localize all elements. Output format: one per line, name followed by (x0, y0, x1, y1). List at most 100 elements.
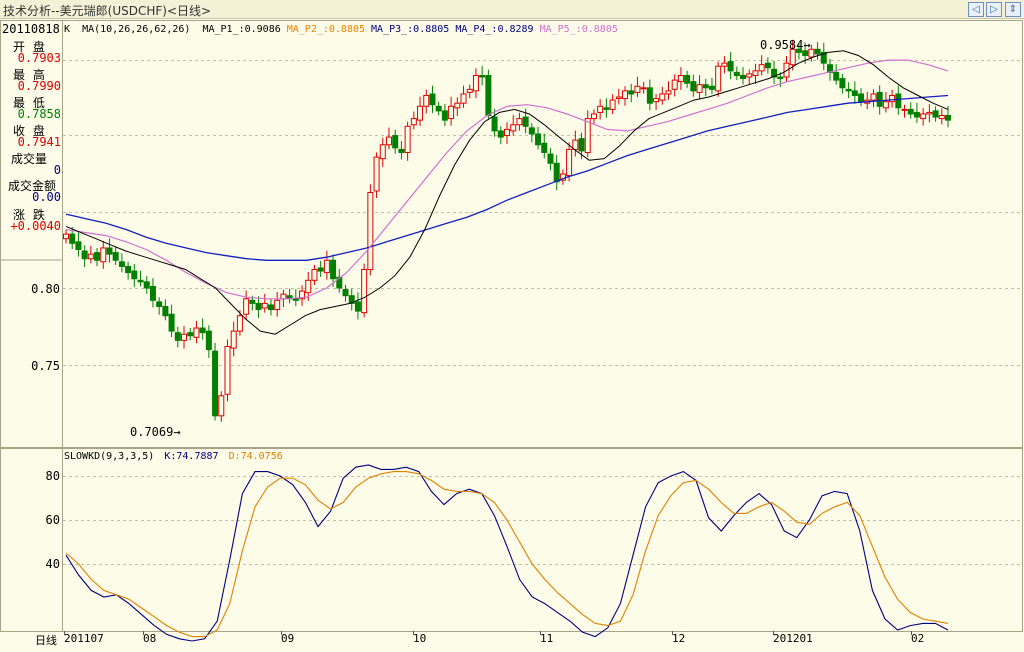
candle-up (373, 156, 380, 192)
candle-up (659, 93, 666, 101)
candle-up (230, 330, 237, 349)
candle-down (814, 48, 821, 55)
info-value: 0.7941 (17, 135, 61, 149)
candle-up (870, 93, 877, 101)
candle-down (833, 71, 840, 81)
info-label: 成交量 (11, 152, 48, 166)
candle-down (168, 313, 175, 332)
next-icon[interactable]: ▷ (986, 2, 1002, 17)
candle-down (174, 332, 181, 341)
candle-up (901, 108, 908, 111)
candle-down (876, 91, 883, 107)
chart-canvas[interactable]: 0.9584→ 0.7069→ (0, 20, 1024, 652)
candle-down (913, 111, 920, 118)
candle-down (684, 74, 691, 84)
price-panel-frame (0, 20, 1023, 448)
candle-down (851, 90, 858, 96)
candle-up (597, 105, 604, 113)
candle-down (199, 327, 206, 334)
candle-down (255, 302, 262, 311)
candle-down (491, 116, 498, 132)
candle-up (261, 302, 268, 309)
candle-up (218, 395, 225, 417)
kd-tick: 40 (45, 557, 60, 571)
candle-up (926, 111, 933, 115)
candle-down (330, 259, 337, 280)
period-tag: K (64, 24, 71, 35)
candle-down (342, 289, 349, 297)
ma-definition: MA(10,26,26,62,26) (82, 24, 191, 35)
candle-down (541, 142, 548, 153)
candle-up (280, 293, 287, 300)
candle-down (839, 78, 846, 89)
ma-legend-item: MA_P3_:0.8805 (371, 24, 450, 35)
candle-up (634, 85, 641, 93)
info-value: 0.7990 (17, 79, 61, 93)
indicator-legend: SLOWKD(9,3,3,5) K:74.7887 D:74.0756 (64, 451, 289, 462)
candle-down (212, 350, 219, 417)
candle-up (367, 192, 374, 271)
ma-p1-line (65, 50, 949, 335)
candle-down (932, 110, 939, 118)
candle-down (81, 250, 88, 260)
candle-down (528, 127, 535, 135)
prev-icon[interactable]: ◁ (968, 2, 984, 17)
candle-down (131, 270, 138, 280)
candle-down (497, 130, 504, 138)
candle-down (535, 133, 542, 146)
candle-down (187, 332, 194, 337)
candle-up (665, 90, 672, 95)
candle-up (311, 269, 318, 281)
candle-up (721, 62, 728, 67)
candle-down (547, 153, 554, 164)
candle-down (435, 105, 442, 112)
candle-up (454, 102, 461, 109)
info-panel: 20110818 开 盘 0.7903 最 高 0.7990 最 低 0.7858 收 盘0… (0, 20, 62, 632)
date-tick-label: 201201 (773, 632, 813, 645)
date-tick-label: 02 (911, 632, 925, 645)
candle-down (317, 267, 324, 272)
candle-down (69, 233, 76, 244)
info-value: 0.7903 (17, 51, 61, 65)
candle-down (94, 252, 101, 261)
candle-up (590, 113, 597, 120)
info-value: 0 (53, 163, 61, 177)
low-annotation: 0.7069→ (130, 425, 181, 439)
candle-down (205, 330, 212, 351)
candle-down (858, 93, 865, 103)
candle-down (112, 252, 119, 261)
price-tick: 0.80 (31, 282, 60, 296)
candle-up (460, 93, 467, 104)
candle-down (156, 301, 163, 307)
candle-down (479, 74, 486, 78)
ma-items: MA_P1_:0.9086 MA_P2_:0.8805 MA_P3_:0.8805 M… (202, 24, 623, 35)
candle-up (758, 64, 765, 72)
candle-up (423, 95, 430, 107)
kd-k-line (65, 464, 949, 642)
kd-d-value: D:74.0756 (228, 451, 283, 462)
date-tick-label: 10 (413, 632, 427, 645)
expand-icon[interactable]: ⇕ (1005, 2, 1021, 17)
candle-up (100, 247, 107, 263)
candle-up (920, 113, 927, 120)
candle-up (677, 74, 684, 83)
candle-down (118, 261, 125, 267)
candle-up (193, 327, 200, 338)
candle-down (845, 88, 852, 92)
candle-up (746, 73, 753, 78)
candle-down (646, 87, 653, 104)
candle-up (715, 65, 722, 92)
x-axis-label: 日线 (35, 634, 57, 647)
candle-down (162, 305, 169, 317)
candle-down (777, 76, 784, 80)
candle-up (572, 139, 579, 150)
candle-up (696, 84, 703, 93)
candle-up (584, 118, 591, 153)
candle-up (323, 259, 330, 274)
candle-down (75, 241, 82, 251)
info-value: 0.00 (32, 190, 61, 204)
candle-up (615, 96, 622, 100)
ma-legend-item: MA_P1_:0.9086 (202, 24, 281, 35)
price-tick: 0.75 (31, 359, 60, 373)
date-tick-label: 09 (281, 632, 295, 645)
